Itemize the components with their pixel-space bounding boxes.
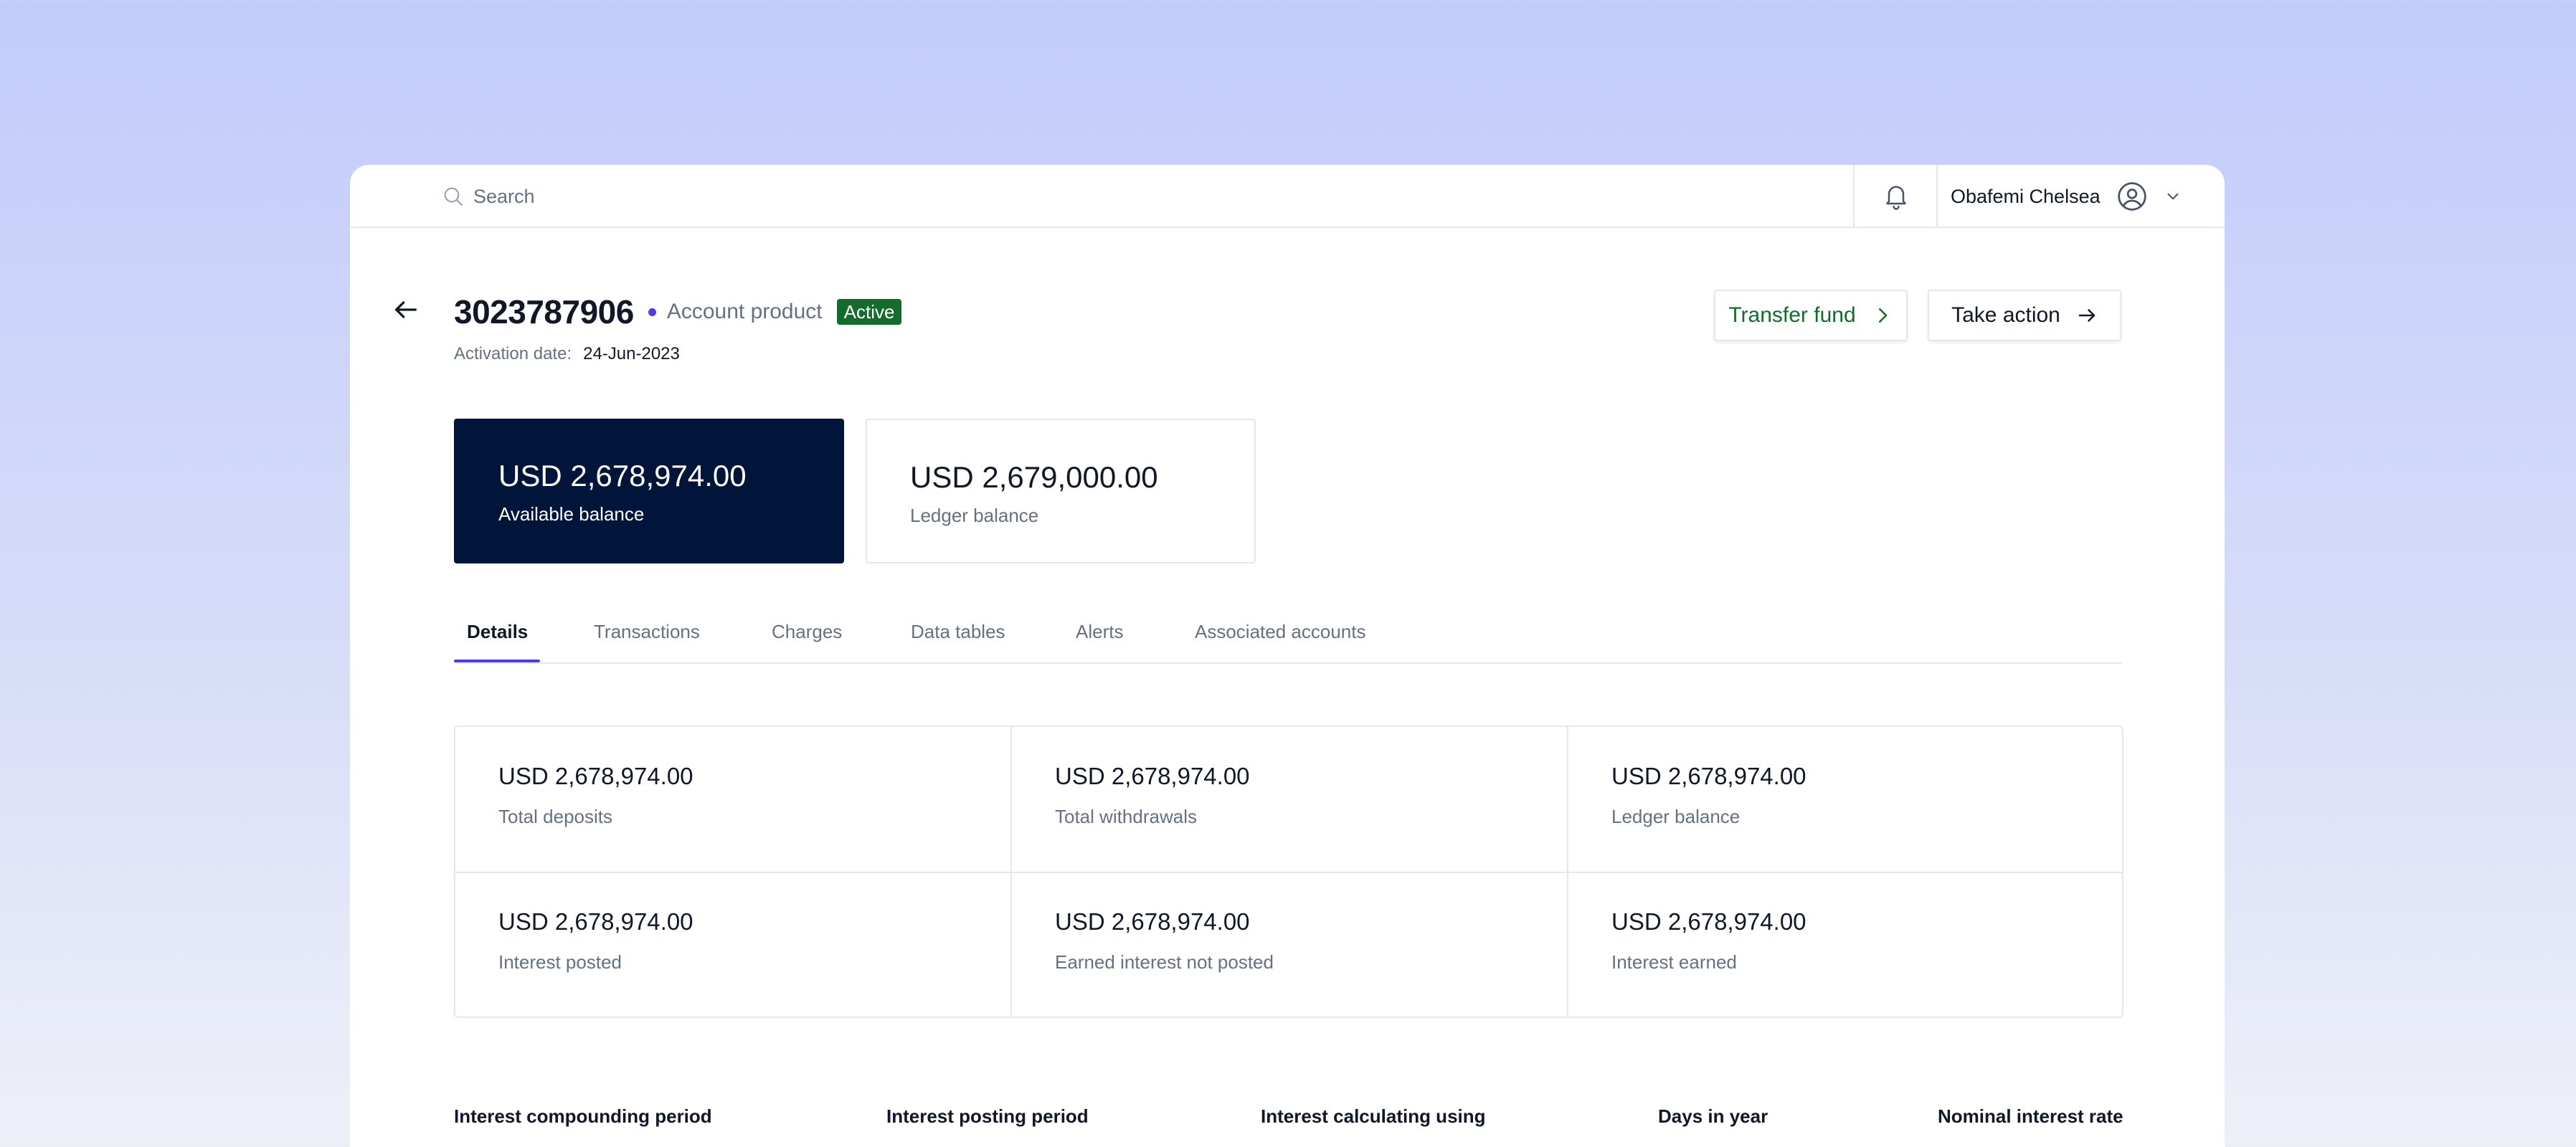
take-action-label: Take action [1951, 303, 2060, 327]
tab-associated-accounts[interactable]: Associated accounts [1195, 621, 1365, 664]
available-balance-label: Available balance [498, 503, 645, 525]
detail-label: Nominal interest rate [1938, 1105, 2123, 1127]
detail-interest-calculating-using: Interest calculating using [1261, 1105, 1486, 1128]
stat-label: Earned interest not posted [1055, 951, 1274, 973]
transfer-fund-label: Transfer fund [1728, 303, 1856, 327]
tab-charges[interactable]: Charges [772, 621, 842, 664]
stat-total-withdrawals: USD 2,678,974.00 Total withdrawals [1055, 763, 1250, 828]
ledger-balance-label: Ledger balance [910, 505, 1039, 526]
available-balance-amount: USD 2,678,974.00 [498, 459, 747, 492]
arrow-right-icon [2078, 309, 2096, 322]
detail-days-in-year: Days in year [1658, 1105, 1768, 1128]
search-input[interactable] [473, 185, 1119, 208]
stat-amount: USD 2,678,974.00 [498, 908, 693, 935]
stat-amount: USD 2,678,974.00 [1611, 763, 1806, 789]
tabs-divider [454, 662, 2122, 664]
activation-label: Activation date: [454, 344, 572, 363]
ledger-balance-card: USD 2,679,000.00 Ledger balance [866, 419, 1256, 563]
detail-interest-compounding-period: Interest compounding period [454, 1105, 712, 1128]
bell-icon[interactable] [1882, 181, 1910, 212]
detail-label: Interest compounding period [454, 1105, 712, 1127]
account-stats-grid: USD 2,678,974.00 Total deposits USD 2,67… [454, 725, 2123, 1018]
stat-total-deposits: USD 2,678,974.00 Total deposits [498, 763, 693, 828]
detail-label: Interest calculating using [1261, 1105, 1486, 1127]
topbar-divider [1853, 165, 1855, 228]
stat-label: Total withdrawals [1055, 806, 1197, 827]
status-badge: Active [836, 299, 902, 325]
detail-label: Interest posting period [886, 1105, 1089, 1127]
tab-details[interactable]: Details [467, 621, 528, 664]
stat-amount: USD 2,678,974.00 [1055, 763, 1250, 789]
stat-ledger-balance: USD 2,678,974.00 Ledger balance [1611, 763, 1806, 828]
stat-amount: USD 2,678,974.00 [1611, 908, 1806, 935]
grid-divider [455, 872, 2122, 873]
detail-interest-posting-period: Interest posting period [886, 1105, 1089, 1128]
stat-label: Ledger balance [1611, 806, 1741, 827]
separator-dot [648, 308, 656, 316]
app-window: Obafemi Chelsea 3023787906 Account produ… [350, 165, 2225, 1147]
activation-row: Activation date: 24-Jun-2023 [454, 344, 680, 364]
available-balance-card: USD 2,678,974.00 Available balance [454, 419, 844, 563]
stat-label: Interest earned [1611, 951, 1737, 973]
tab-alerts[interactable]: Alerts [1076, 621, 1123, 664]
stat-interest-earned: USD 2,678,974.00 Interest earned [1611, 908, 1806, 974]
take-action-button[interactable]: Take action [1928, 290, 2121, 341]
chevron-down-icon[interactable] [2164, 187, 2182, 206]
tab-transactions[interactable]: Transactions [594, 621, 700, 664]
stat-amount: USD 2,678,974.00 [498, 763, 693, 789]
user-avatar-icon [2116, 181, 2148, 212]
account-product: Account product [666, 300, 823, 323]
top-bar: Obafemi Chelsea [350, 165, 2225, 228]
search-icon [444, 187, 463, 206]
account-number: 3023787906 [454, 293, 634, 330]
user-name: Obafemi Chelsea [1951, 185, 2101, 207]
search-box[interactable] [442, 184, 1119, 209]
back-arrow-icon[interactable] [392, 295, 420, 324]
chevron-right-icon [1878, 308, 1887, 323]
user-menu[interactable]: Obafemi Chelsea [1951, 165, 2182, 228]
stat-label: Interest posted [498, 951, 622, 973]
ledger-balance-amount: USD 2,679,000.00 [910, 460, 1158, 494]
account-title-row: 3023787906 Account product Active [454, 292, 902, 331]
transfer-fund-button[interactable]: Transfer fund [1714, 290, 1908, 341]
stat-earned-interest-not-posted: USD 2,678,974.00 Earned interest not pos… [1055, 908, 1274, 974]
stat-interest-posted: USD 2,678,974.00 Interest posted [498, 908, 693, 974]
activation-date: 24-Jun-2023 [583, 344, 680, 363]
active-tab-indicator [454, 660, 540, 662]
tab-data-tables[interactable]: Data tables [911, 621, 1005, 664]
stat-amount: USD 2,678,974.00 [1055, 908, 1250, 935]
topbar-divider [1936, 165, 1938, 228]
stat-label: Total deposits [498, 806, 612, 827]
detail-label: Days in year [1658, 1105, 1768, 1127]
detail-nominal-interest-rate: Nominal interest rate [1938, 1105, 2123, 1128]
